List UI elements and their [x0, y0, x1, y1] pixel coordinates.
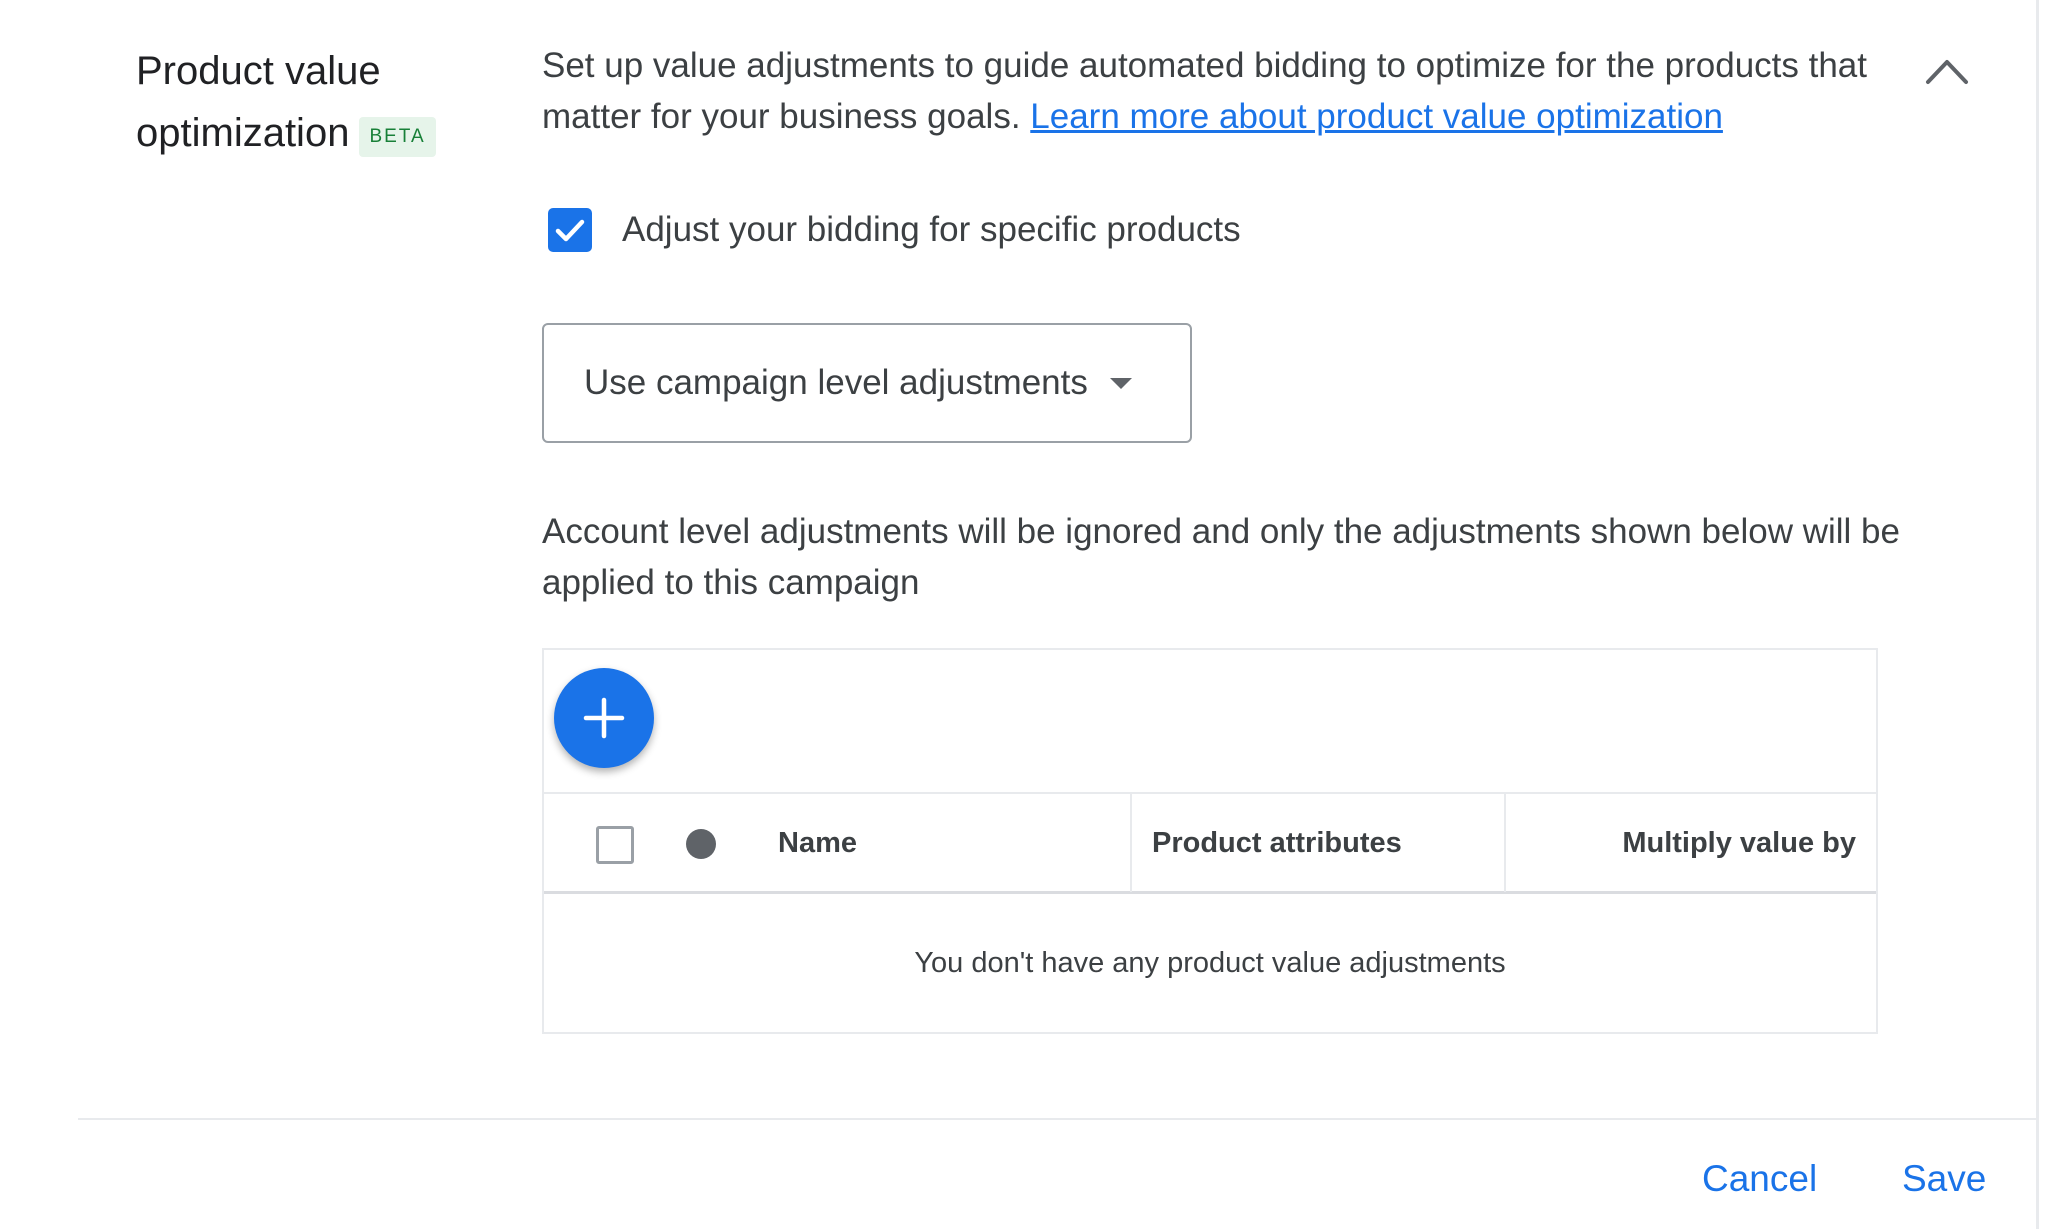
dropdown-arrow-icon: [1109, 377, 1132, 389]
beta-badge: BETA: [359, 117, 436, 157]
table-header: Name Product attributes Multiply value b…: [544, 792, 1876, 894]
adjust-bidding-checkbox[interactable]: [548, 208, 592, 252]
adjust-bidding-option[interactable]: Adjust your bidding for specific product…: [548, 208, 1241, 252]
select-all-checkbox[interactable]: [596, 826, 634, 864]
cancel-button[interactable]: Cancel: [1702, 1158, 1817, 1200]
learn-more-link[interactable]: Learn more about product value optimizat…: [1030, 97, 1723, 136]
chevron-up-icon: [1926, 60, 1968, 84]
checkmark-icon: [555, 219, 585, 242]
adjustments-table: Name Product attributes Multiply value b…: [542, 648, 1878, 1034]
column-header-product-attributes[interactable]: Product attributes: [1130, 794, 1504, 892]
adjustment-level-dropdown[interactable]: Use campaign level adjustments: [542, 323, 1192, 443]
save-button[interactable]: Save: [1902, 1158, 1986, 1200]
settings-panel: Product value optimization BETA Set up va…: [0, 0, 2039, 1229]
info-text: Account level adjustments will be ignore…: [542, 512, 1900, 602]
plus-icon: [583, 697, 625, 739]
footer-divider: [78, 1118, 2036, 1120]
section-description: Set up value adjustments to guide automa…: [542, 40, 1902, 142]
section-title: Product value optimization BETA: [136, 40, 476, 164]
column-header-multiply-value-by[interactable]: Multiply value by: [1504, 794, 1876, 892]
column-header-name[interactable]: Name: [778, 794, 1078, 892]
empty-state-message: You don't have any product value adjustm…: [914, 947, 1506, 979]
section-title-text: Product value optimization: [136, 49, 381, 155]
add-adjustment-button[interactable]: [554, 668, 654, 768]
status-dot-icon: [686, 829, 716, 859]
dropdown-selected-value: Use campaign level adjustments: [584, 363, 1088, 402]
collapse-button[interactable]: [1920, 48, 1974, 92]
adjust-bidding-label: Adjust your bidding for specific product…: [622, 210, 1241, 249]
